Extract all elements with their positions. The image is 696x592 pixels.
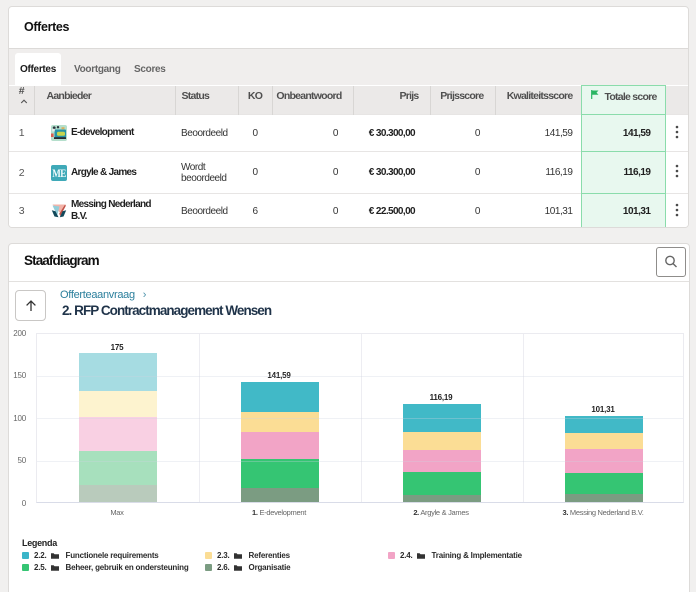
svg-text:ME: ME	[52, 168, 66, 180]
